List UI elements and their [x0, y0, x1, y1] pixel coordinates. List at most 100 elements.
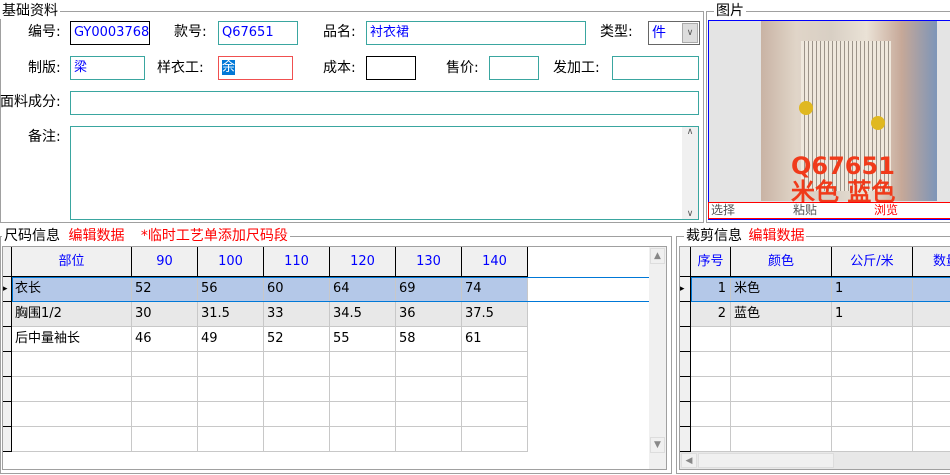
- size-grid-vertical-scrollbar[interactable]: [649, 247, 666, 469]
- cost-input[interactable]: [366, 56, 416, 80]
- grid-cell[interactable]: 58: [396, 327, 462, 352]
- grid-cell[interactable]: [198, 402, 264, 427]
- outsource-input[interactable]: [612, 56, 699, 80]
- grid-cell[interactable]: [913, 377, 950, 402]
- grid-cell[interactable]: [462, 352, 528, 377]
- scroll-thumb[interactable]: [698, 453, 834, 468]
- grid-cell[interactable]: 52: [264, 327, 330, 352]
- grid-cell[interactable]: [731, 402, 832, 427]
- grid-cell[interactable]: 61: [462, 327, 528, 352]
- grid-cell[interactable]: 胸围1/2: [12, 302, 132, 327]
- grid-cell[interactable]: 米色: [731, 277, 832, 302]
- grid-cell[interactable]: [913, 402, 950, 427]
- grid-cell[interactable]: 36: [396, 302, 462, 327]
- grid-cell[interactable]: 2: [691, 302, 731, 327]
- type-select[interactable]: 件 ∨: [648, 21, 700, 45]
- row-header[interactable]: [3, 427, 12, 452]
- grid-cell[interactable]: [330, 352, 396, 377]
- grid-cell[interactable]: [731, 327, 832, 352]
- grid-cell[interactable]: 1: [832, 277, 913, 302]
- grid-cell[interactable]: [12, 352, 132, 377]
- grid-cell[interactable]: [832, 402, 913, 427]
- grid-cell[interactable]: [330, 377, 396, 402]
- grid-cell[interactable]: [832, 352, 913, 377]
- code-input[interactable]: GY0003768: [70, 21, 150, 45]
- grid-cell[interactable]: [396, 427, 462, 452]
- grid-cell[interactable]: [198, 352, 264, 377]
- grid-cell[interactable]: [198, 377, 264, 402]
- column-header[interactable]: 120: [330, 247, 396, 277]
- grid-cell[interactable]: [12, 377, 132, 402]
- grid-cell[interactable]: [396, 402, 462, 427]
- grid-cell[interactable]: [731, 352, 832, 377]
- browse-picture-button[interactable]: 浏览: [874, 203, 898, 218]
- grid-cell[interactable]: 37.5: [462, 302, 528, 327]
- grid-cell[interactable]: [198, 427, 264, 452]
- row-header[interactable]: ▸: [3, 277, 12, 302]
- row-header[interactable]: [3, 402, 12, 427]
- grid-cell[interactable]: 46: [132, 327, 198, 352]
- row-header[interactable]: [680, 302, 691, 327]
- grid-cell[interactable]: [462, 377, 528, 402]
- column-header[interactable]: 110: [264, 247, 330, 277]
- grid-cell[interactable]: 衣长: [12, 277, 132, 302]
- column-header[interactable]: 数量: [913, 247, 950, 277]
- pattern-input[interactable]: 梁: [70, 56, 145, 80]
- grid-cell[interactable]: 49: [198, 327, 264, 352]
- grid-cell[interactable]: [913, 352, 950, 377]
- name-input[interactable]: 衬衣裙: [366, 21, 586, 45]
- row-header[interactable]: [3, 302, 12, 327]
- grid-cell[interactable]: 34.5: [330, 302, 396, 327]
- scroll-down-icon[interactable]: ▼: [650, 437, 665, 453]
- grid-cell[interactable]: 69: [396, 277, 462, 302]
- fabric-input[interactable]: [70, 91, 699, 115]
- size-note-link[interactable]: *临时工艺单添加尺码段: [141, 228, 288, 244]
- row-header[interactable]: [3, 377, 12, 402]
- row-header[interactable]: [680, 427, 691, 452]
- scroll-up-icon[interactable]: ▲: [650, 248, 665, 264]
- scroll-up-icon[interactable]: ∧: [682, 127, 698, 137]
- scroll-down-icon[interactable]: ∨: [682, 209, 698, 219]
- grid-cell[interactable]: 1: [691, 277, 731, 302]
- column-header[interactable]: 130: [396, 247, 462, 277]
- grid-cell[interactable]: [913, 277, 950, 302]
- grid-cell[interactable]: [691, 402, 731, 427]
- column-header[interactable]: 公斤/米: [832, 247, 913, 277]
- grid-cell[interactable]: [913, 327, 950, 352]
- style-input[interactable]: Q67651: [218, 21, 298, 45]
- column-header[interactable]: 序号: [691, 247, 731, 277]
- grid-cell[interactable]: [330, 427, 396, 452]
- picture-frame[interactable]: Q67651 米色 蓝色: [708, 20, 950, 220]
- column-header[interactable]: 部位: [12, 247, 132, 277]
- grid-cell[interactable]: [691, 327, 731, 352]
- grid-cell[interactable]: [132, 377, 198, 402]
- select-picture-button[interactable]: 选择: [711, 203, 735, 218]
- grid-cell[interactable]: 31.5: [198, 302, 264, 327]
- price-input[interactable]: [489, 56, 539, 80]
- grid-cell[interactable]: 1: [832, 302, 913, 327]
- grid-cell[interactable]: [132, 402, 198, 427]
- grid-cell[interactable]: [462, 427, 528, 452]
- grid-cell[interactable]: [691, 352, 731, 377]
- grid-cell[interactable]: 55: [330, 327, 396, 352]
- row-header[interactable]: [680, 377, 691, 402]
- column-header[interactable]: 90: [132, 247, 198, 277]
- grid-cell[interactable]: [12, 402, 132, 427]
- row-header[interactable]: ▸: [680, 277, 691, 302]
- chevron-down-icon[interactable]: ∨: [682, 23, 698, 43]
- grid-cell[interactable]: [396, 377, 462, 402]
- grid-cell[interactable]: [132, 427, 198, 452]
- grid-cell[interactable]: [832, 377, 913, 402]
- grid-cell[interactable]: [264, 402, 330, 427]
- grid-cell[interactable]: [264, 427, 330, 452]
- cut-edit-link[interactable]: 编辑数据: [748, 228, 804, 244]
- grid-cell[interactable]: [396, 352, 462, 377]
- row-header[interactable]: [3, 327, 12, 352]
- grid-cell[interactable]: [691, 427, 731, 452]
- sample-input[interactable]: 余: [218, 56, 293, 80]
- grid-cell[interactable]: 蓝色: [731, 302, 832, 327]
- grid-cell[interactable]: [462, 402, 528, 427]
- grid-cell[interactable]: [731, 427, 832, 452]
- paste-picture-button[interactable]: 粘贴: [793, 203, 817, 218]
- column-header[interactable]: 140: [462, 247, 528, 277]
